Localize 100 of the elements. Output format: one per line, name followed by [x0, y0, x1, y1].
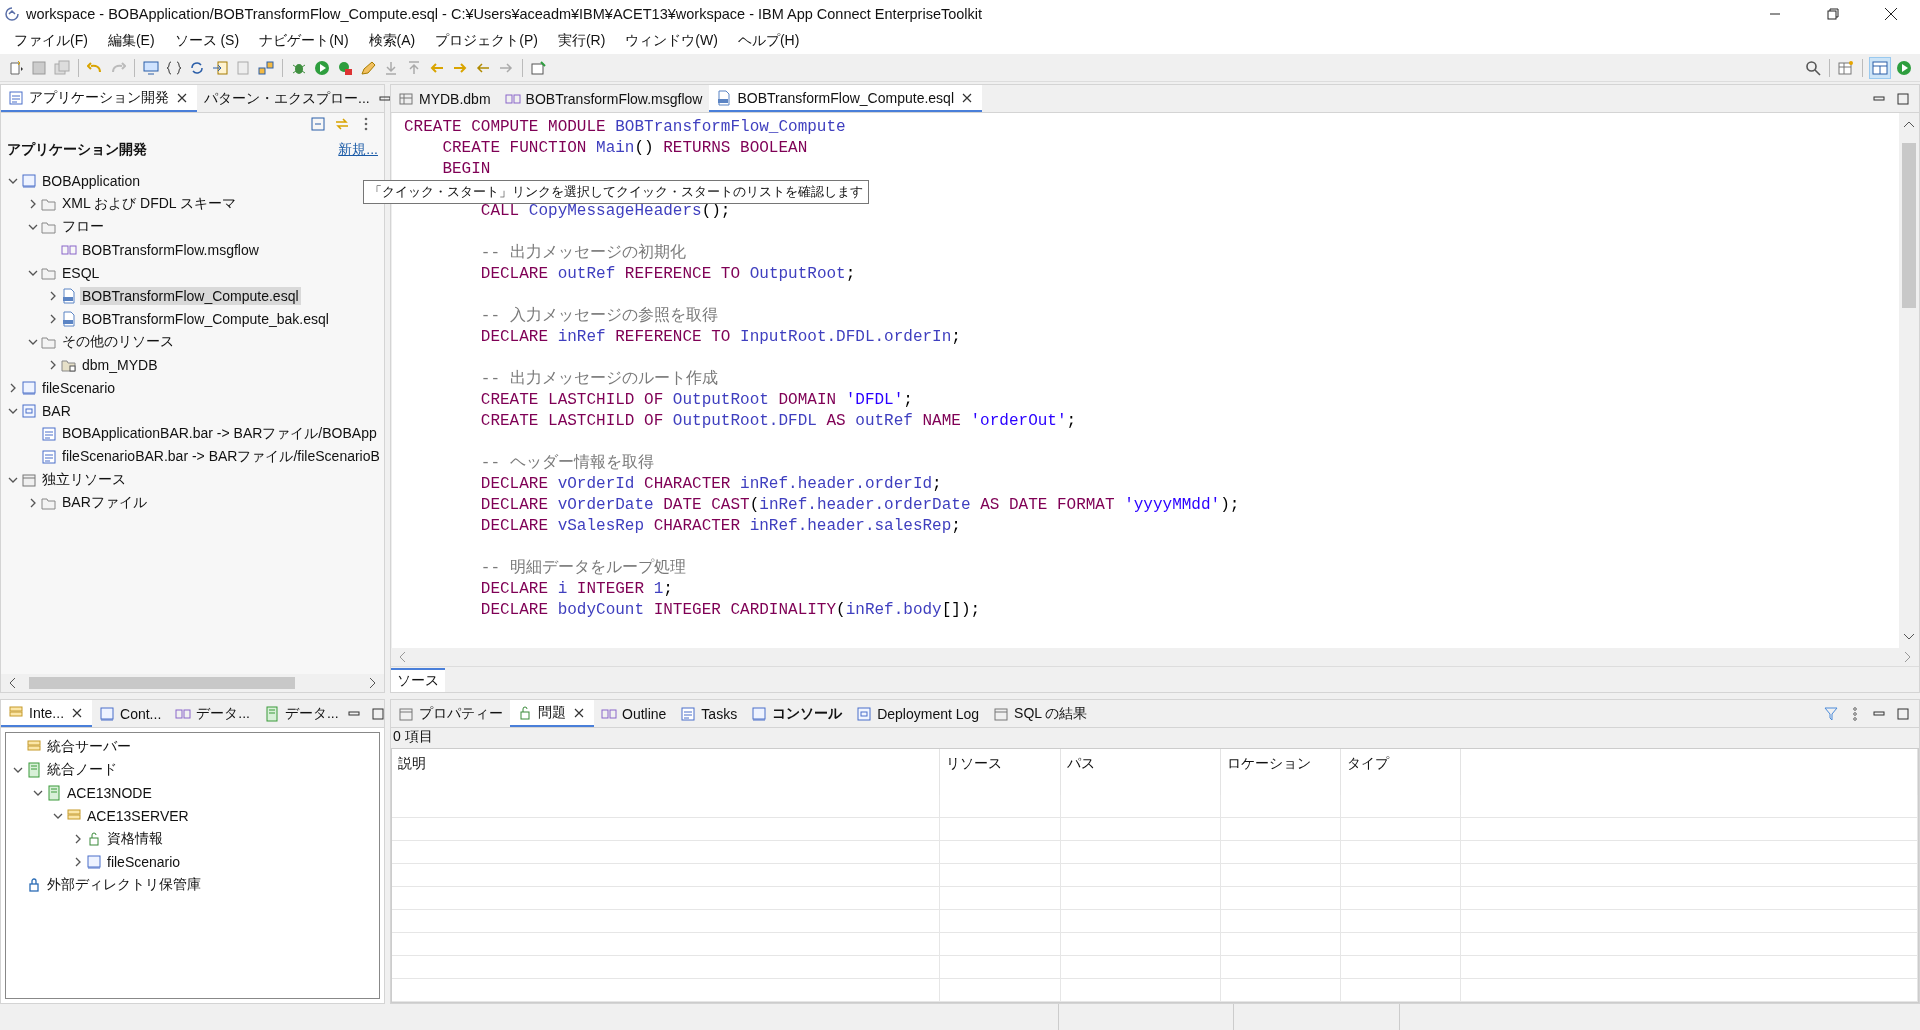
scrollbar-thumb[interactable]	[1902, 143, 1916, 308]
view-tab[interactable]: Outline	[594, 700, 674, 727]
code-line: CREATE COMPUTE MODULE BOBTransformFlow_Compute	[404, 117, 847, 138]
view-tab[interactable]: Cont...	[92, 700, 169, 727]
tree-item[interactable]: ACE13NODE	[65, 783, 154, 802]
editor-tab[interactable]: BOBTransformFlow_Compute.esql	[709, 85, 982, 112]
document-icon	[716, 89, 733, 106]
view-tab[interactable]: データ...	[256, 700, 346, 727]
menu-item[interactable]: ソース (S)	[164, 32, 250, 50]
tree-item[interactable]: 外部ディレクトリ保管庫	[45, 874, 203, 895]
tree-item[interactable]: dbm_MYDB	[80, 355, 160, 374]
tooltip: 「クイック・スタート」リンクを選択してクイック・スタートのリストを確認します	[363, 180, 869, 204]
server-rack-icon	[263, 705, 280, 722]
code-line: -- 出力メッセージの初期化	[479, 243, 687, 264]
application-icon	[99, 705, 116, 722]
server-rack-icon	[26, 761, 42, 778]
view-tab[interactable]: Deployment Log	[849, 700, 987, 727]
tree-item[interactable]: BAR	[40, 401, 73, 420]
view-tab[interactable]: プロパティー	[391, 700, 510, 727]
document-icon	[61, 287, 77, 304]
tree-item[interactable]: その他のリソース	[60, 331, 176, 352]
archive-icon	[856, 705, 873, 722]
view-tab[interactable]: Inte...	[1, 700, 93, 727]
tree-item[interactable]: BOBTransformFlow_Compute_bak.esql	[80, 309, 331, 328]
maximize-icon	[1895, 90, 1911, 107]
tree-item[interactable]: 独立リソース	[40, 469, 128, 490]
tree-item[interactable]: ACE13SERVER	[85, 806, 191, 825]
menu-item[interactable]: ナビゲート(N)	[249, 32, 359, 50]
view-tab[interactable]: データ...	[168, 700, 257, 727]
code-line: DECLARE outRef REFERENCE TO OutputRoot;	[479, 264, 857, 285]
database-icon	[398, 90, 414, 107]
box-icon	[398, 705, 414, 722]
new-link[interactable]: 新規...	[338, 141, 378, 159]
application-icon	[21, 172, 37, 189]
code-line: DECLARE vOrderDate DATE CAST(inRef.header.orderDate AS DATE FORMAT 'yyyyMMdd');	[479, 495, 1241, 516]
menu-item[interactable]: 実行(R)	[547, 32, 616, 50]
app-logo-icon	[4, 6, 20, 22]
code-line: CREATE LASTCHILD OF OutputRoot.DFDL AS outRef NAME 'orderOut';	[479, 411, 1078, 432]
item-count: 0 項目	[391, 728, 1919, 748]
tree-item[interactable]: fileScenario	[105, 852, 183, 871]
tree-item[interactable]: 統合ノード	[45, 759, 119, 780]
box-icon	[993, 705, 1010, 722]
source-tab[interactable]: ソース	[391, 668, 445, 692]
tree-item[interactable]: BOBApplication	[40, 171, 143, 190]
restore-icon[interactable]	[1827, 8, 1839, 20]
view-tab[interactable]: パターン・エクスプロー...	[197, 85, 377, 112]
tree-item[interactable]: ESQL	[60, 263, 102, 282]
code-line: -- 明細データをループ処理	[479, 558, 687, 579]
code-line: DECLARE bodyCount INTEGER CARDINALITY(inRef.body[]);	[479, 600, 982, 621]
tree-item[interactable]: BOBTransformFlow.msgflow	[80, 240, 261, 259]
archive-file-icon	[8, 89, 24, 106]
column-header[interactable]: リソース	[940, 749, 1061, 795]
collapse-all-icon	[310, 116, 326, 132]
tree-item[interactable]: BOBTransformFlow_Compute.esql	[80, 286, 301, 305]
archive-file-icon	[680, 705, 697, 722]
application-icon	[751, 705, 768, 722]
filter-icon	[1823, 705, 1839, 722]
archive-icon	[21, 402, 37, 419]
column-header[interactable]: パス	[1061, 749, 1221, 795]
code-line: -- 入力メッセージの参照を取得	[479, 306, 719, 327]
menu-item[interactable]: ウィンドウ(W)	[615, 32, 728, 50]
maximize-icon	[1895, 705, 1911, 722]
lock-icon	[517, 704, 533, 721]
tree-item[interactable]: fileScenario	[40, 378, 118, 397]
menu-item[interactable]: 編集(E)	[97, 32, 165, 50]
application-icon	[86, 853, 102, 870]
tree-item[interactable]: 統合サーバー	[45, 736, 133, 757]
tree-item[interactable]: 資格情報	[105, 828, 165, 849]
menu-item[interactable]: 検索(A)	[358, 32, 426, 50]
document-icon	[61, 310, 77, 327]
tree-item[interactable]: BOBApplicationBAR.bar -> BARファイル/BOBApp	[60, 423, 379, 444]
menu-item[interactable]: ヘルプ(H)	[727, 32, 810, 50]
view-tab[interactable]: コンソール	[744, 700, 850, 727]
code-line: BEGIN	[441, 159, 492, 180]
lock-icon	[86, 830, 102, 847]
editor-tab[interactable]: MYDB.dbm	[391, 85, 498, 112]
code-line: DECLARE vOrderId CHARACTER inRef.header.orderId;	[479, 474, 943, 495]
menu-item[interactable]: プロジェクト(P)	[425, 32, 548, 50]
menu-item[interactable]: ファイル(F)	[4, 32, 98, 50]
view-tab[interactable]: Tasks	[673, 700, 745, 727]
tree-item[interactable]: fileScenarioBAR.bar -> BARファイル/fileScenarioB	[60, 446, 382, 467]
column-header[interactable]: タイプ	[1341, 749, 1461, 795]
code-line: -- 出力メッセージのルート作成	[479, 369, 719, 390]
panel-heading: アプリケーション開発	[7, 141, 147, 159]
view-tab[interactable]: 問題	[510, 700, 594, 727]
view-tab[interactable]: SQL の結果	[986, 700, 1095, 727]
tree-item[interactable]: XML および DFDL スキーマ	[60, 193, 238, 214]
perspective-icon[interactable]	[1869, 56, 1891, 79]
editor-tab[interactable]: BOBTransformFlow.msgflow	[497, 85, 710, 112]
code-line: DECLARE inRef REFERENCE TO InputRoot.DFDL.orderIn;	[479, 327, 962, 348]
scrollbar-thumb[interactable]	[29, 677, 295, 689]
tree-item[interactable]: フロー	[60, 216, 106, 237]
archive-file-icon	[41, 425, 57, 442]
view-tab[interactable]: アプリケーション開発	[1, 85, 197, 112]
tree-item[interactable]: BARファイル	[60, 492, 149, 513]
column-header[interactable]: ロケーション	[1221, 749, 1341, 795]
column-header[interactable]: 説明	[392, 749, 940, 795]
close-icon[interactable]	[1884, 7, 1898, 21]
code-line: CREATE FUNCTION Main() RETURNS BOOLEAN	[441, 138, 809, 159]
code-line: CREATE LASTCHILD OF OutputRoot DOMAIN 'DFDL';	[479, 390, 914, 411]
